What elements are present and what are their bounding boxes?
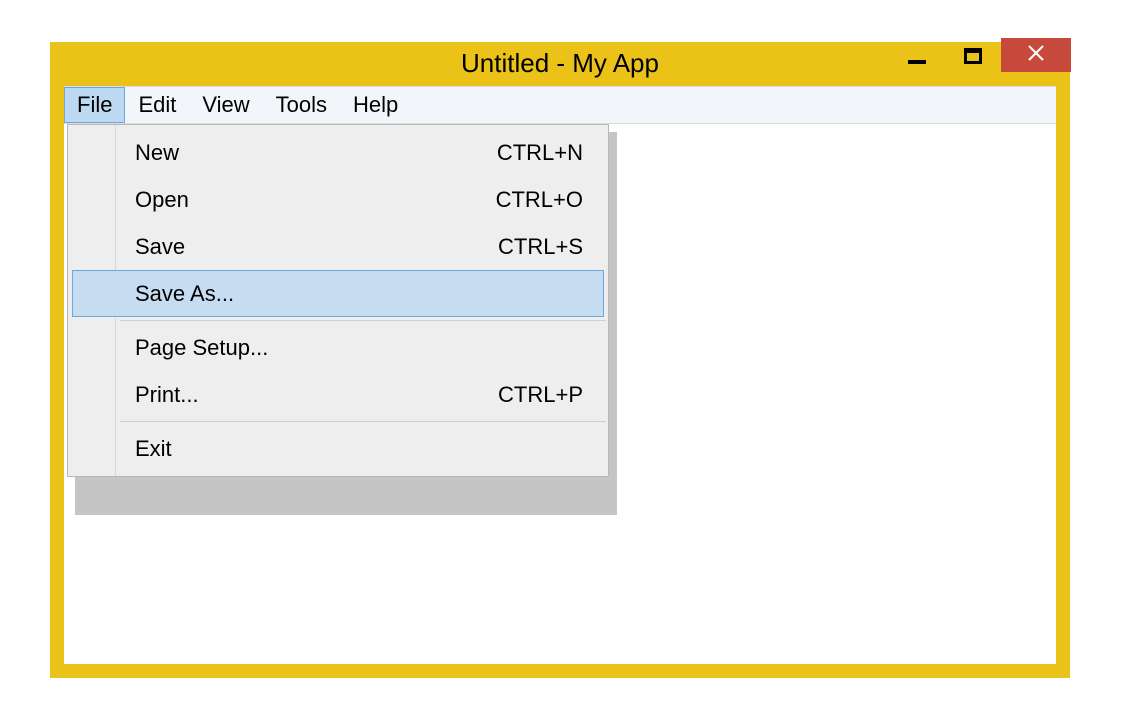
menu-separator	[120, 320, 606, 321]
menu-item-label: Exit	[135, 436, 172, 462]
menu-tools[interactable]: Tools	[263, 87, 340, 123]
close-button[interactable]	[1001, 38, 1071, 72]
menu-edit-label: Edit	[138, 92, 176, 118]
menu-help-label: Help	[353, 92, 398, 118]
menu-item-shortcut: CTRL+O	[496, 187, 583, 213]
menubar: File Edit View Tools Help	[64, 86, 1056, 124]
menu-tools-label: Tools	[276, 92, 327, 118]
menu-item-print[interactable]: Print... CTRL+P	[72, 371, 604, 418]
menu-item-label: Print...	[135, 382, 199, 408]
menu-item-open[interactable]: Open CTRL+O	[72, 176, 604, 223]
menu-separator	[120, 421, 606, 422]
menu-view[interactable]: View	[189, 87, 262, 123]
menu-item-label: Save As...	[135, 281, 234, 307]
file-menu-list: New CTRL+N Open CTRL+O Save CTRL+S Save …	[70, 129, 606, 472]
menu-help[interactable]: Help	[340, 87, 411, 123]
close-icon	[1027, 44, 1045, 66]
window-title: Untitled - My App	[461, 48, 659, 79]
menu-item-label: Page Setup...	[135, 335, 268, 361]
menu-item-shortcut: CTRL+N	[497, 140, 583, 166]
titlebar[interactable]: Untitled - My App	[50, 42, 1070, 86]
menu-file-label: File	[77, 92, 112, 118]
menu-item-label: Save	[135, 234, 185, 260]
minimize-button[interactable]	[889, 42, 945, 72]
caption-buttons	[889, 42, 1070, 72]
minimize-icon	[908, 60, 926, 64]
menu-file[interactable]: File	[64, 87, 125, 123]
menu-view-label: View	[202, 92, 249, 118]
client-area: New CTRL+N Open CTRL+O Save CTRL+S Save …	[64, 124, 1056, 664]
menu-item-exit[interactable]: Exit	[72, 425, 604, 472]
menu-item-save-as[interactable]: Save As...	[72, 270, 604, 317]
file-dropdown-wrap: New CTRL+N Open CTRL+O Save CTRL+S Save …	[67, 124, 609, 477]
menu-item-shortcut: CTRL+S	[498, 234, 583, 260]
file-dropdown: New CTRL+N Open CTRL+O Save CTRL+S Save …	[67, 124, 609, 477]
menu-item-page-setup[interactable]: Page Setup...	[72, 324, 604, 371]
maximize-button[interactable]	[945, 42, 1001, 72]
menu-item-label: Open	[135, 187, 189, 213]
app-window: Untitled - My App File Edit View Tools	[50, 42, 1070, 678]
menu-item-new[interactable]: New CTRL+N	[72, 129, 604, 176]
menu-edit[interactable]: Edit	[125, 87, 189, 123]
maximize-icon	[964, 48, 982, 64]
menu-item-shortcut: CTRL+P	[498, 382, 583, 408]
menu-item-label: New	[135, 140, 179, 166]
menu-item-save[interactable]: Save CTRL+S	[72, 223, 604, 270]
